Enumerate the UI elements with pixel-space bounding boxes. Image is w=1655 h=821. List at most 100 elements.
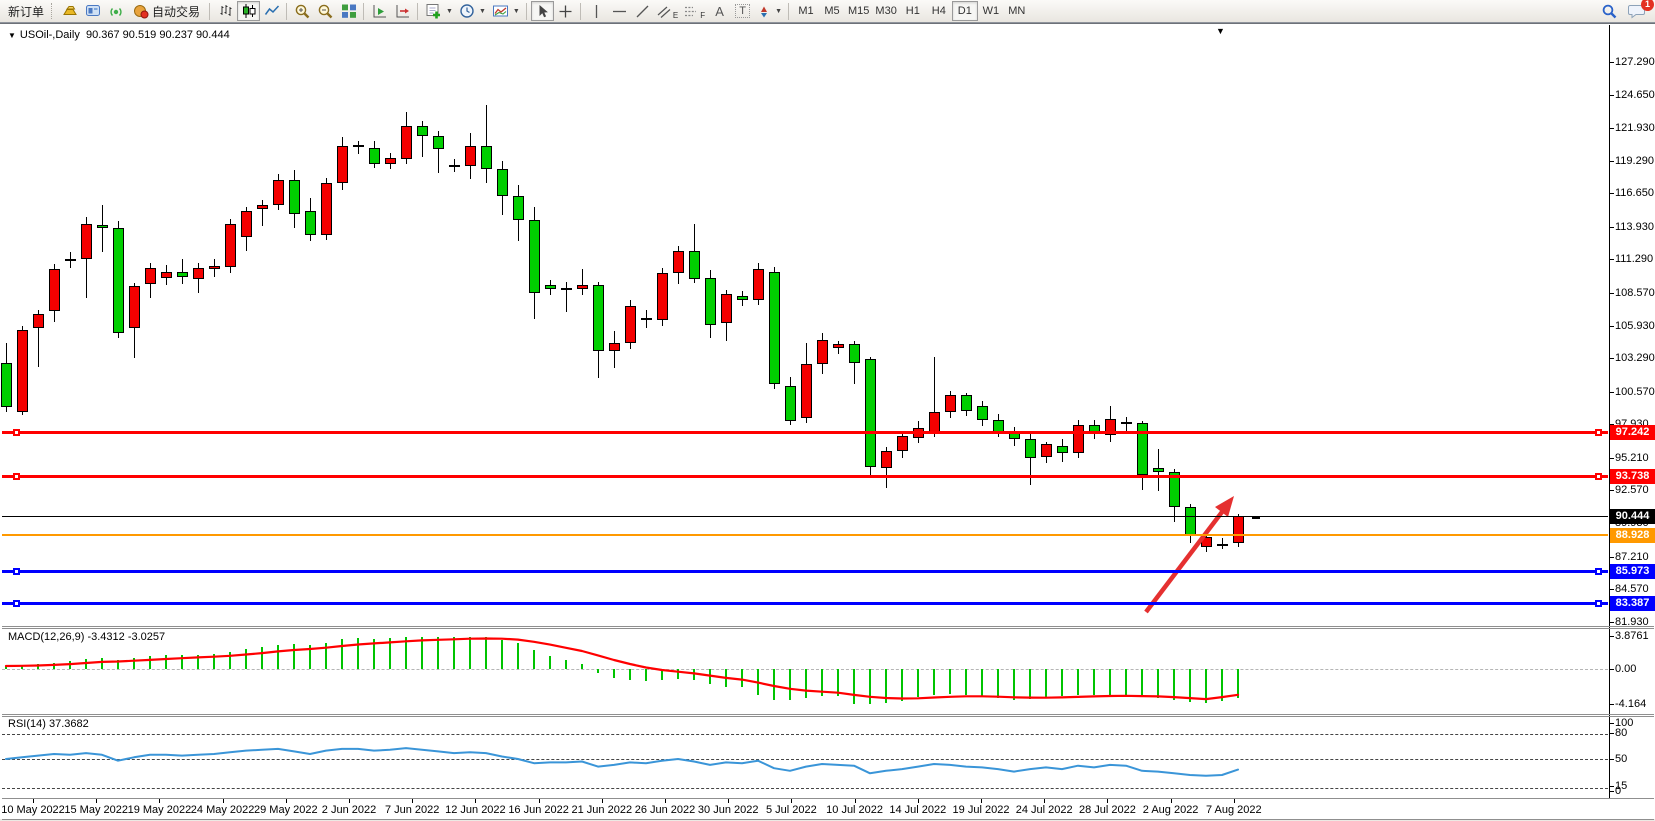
candle-body	[368, 148, 380, 165]
horizontal-level-line[interactable]	[2, 474, 1608, 478]
candle-body	[1072, 424, 1084, 454]
candle-body	[992, 419, 1004, 433]
macd-histogram-bar	[837, 669, 839, 697]
macd-histogram-bar	[725, 669, 727, 687]
macd-histogram-bar	[645, 669, 647, 682]
macd-histogram-bar	[933, 669, 935, 695]
trend-arrow-head	[1215, 496, 1234, 517]
line-handle[interactable]	[13, 472, 20, 480]
date-label: 26 Jun 2022	[634, 804, 696, 816]
macd-histogram-bar	[229, 651, 231, 669]
rsi-level-dashed-line	[2, 733, 1608, 735]
date-label: 5 Jul 2022	[766, 804, 817, 816]
panel-separator	[2, 714, 1654, 715]
horizontal-level-line[interactable]	[2, 431, 1608, 435]
panel-separator	[2, 626, 1654, 627]
price-tick	[1609, 556, 1614, 558]
macd-histogram-bar	[773, 669, 775, 700]
macd-histogram-bar	[821, 669, 823, 697]
macd-histogram-bar	[901, 669, 903, 701]
window-bottom-border	[2, 819, 1654, 820]
macd-histogram-bar	[1237, 669, 1239, 699]
candle-body	[976, 406, 988, 420]
macd-histogram-bar	[261, 647, 263, 669]
date-axis-tick	[1170, 799, 1172, 803]
line-handle[interactable]	[1595, 429, 1602, 437]
macd-histogram-bar	[597, 669, 599, 673]
macd-histogram-bar	[981, 669, 983, 697]
candle-body	[1120, 422, 1132, 425]
price-tick	[1609, 193, 1614, 195]
candle-body	[384, 158, 396, 165]
date-axis-tick	[538, 799, 540, 803]
candle-body	[1040, 444, 1052, 457]
candle-body	[656, 272, 668, 320]
rsi-axis-tick	[1609, 786, 1614, 787]
candle-wick	[581, 269, 583, 296]
price-tick	[1609, 589, 1614, 591]
macd-histogram-bar	[405, 637, 407, 669]
candle-body	[400, 126, 412, 160]
line-handle[interactable]	[13, 600, 20, 608]
macd-histogram-bar	[549, 656, 551, 669]
candle-wick	[357, 140, 359, 155]
line-handle[interactable]	[13, 429, 20, 437]
date-label: 16 Jun 2022	[508, 804, 569, 816]
date-label: 24 May 2022	[190, 804, 255, 816]
candle-body	[1200, 536, 1212, 547]
macd-histogram-bar	[1125, 669, 1127, 696]
horizontal-level-line[interactable]	[2, 534, 1608, 537]
line-handle[interactable]	[1595, 568, 1602, 576]
macd-histogram-bar	[1157, 669, 1159, 698]
line-handle[interactable]	[1595, 472, 1602, 480]
price-tick	[1609, 621, 1614, 623]
level-price-tag: 85.973	[1610, 564, 1655, 580]
date-label: 14 Jul 2022	[889, 804, 947, 816]
current-price-line[interactable]	[2, 516, 1608, 518]
macd-axis-tick	[1609, 704, 1614, 705]
candle-body	[688, 250, 700, 280]
line-handle[interactable]	[13, 568, 20, 576]
candle-body	[464, 145, 476, 166]
candle-body	[160, 271, 172, 278]
candle-body	[944, 395, 956, 413]
candle-body	[880, 450, 892, 468]
candle-body	[736, 296, 748, 301]
candle-body	[288, 180, 300, 214]
date-axis-tick	[791, 799, 793, 803]
date-label: 10 May 2022	[1, 804, 65, 816]
candle-body	[752, 269, 764, 301]
candle-body	[576, 285, 588, 289]
date-label: 24 Jul 2022	[1015, 804, 1073, 816]
candle-body	[208, 266, 220, 270]
line-handle[interactable]	[1595, 600, 1602, 608]
chart-plot-area[interactable]: 127.290 124.650 121.930 119.290 116.650 113.9…	[0, 1, 1655, 821]
chart-window[interactable]: ▼ USOil-,Daily 90.367 90.519 90.237 90.44…	[0, 23, 1655, 820]
price-tick-label: 95.210	[1615, 451, 1649, 464]
candle-body	[96, 224, 108, 229]
candle-body	[448, 164, 460, 167]
candle-body	[64, 258, 76, 261]
macd-histogram-bar	[1141, 669, 1143, 698]
macd-histogram-bar	[965, 669, 967, 695]
macd-histogram-bar	[341, 639, 343, 669]
candle-body	[192, 267, 204, 280]
macd-histogram-bar	[517, 643, 519, 669]
date-axis-tick	[601, 799, 603, 803]
price-tick	[1609, 293, 1614, 294]
candle-body	[960, 395, 972, 412]
price-tick-label: 103.290	[1615, 352, 1655, 365]
date-axis-tick	[917, 799, 919, 803]
candle-body	[560, 288, 572, 291]
candle-body	[816, 339, 828, 365]
rsi-axis-label: 0	[1615, 785, 1622, 797]
macd-histogram-bar	[949, 669, 951, 694]
date-axis-tick	[728, 799, 730, 803]
macd-histogram-bar	[757, 669, 759, 695]
horizontal-level-line[interactable]	[2, 602, 1608, 606]
date-label: 19 May 2022	[127, 804, 192, 816]
horizontal-level-line[interactable]	[2, 570, 1608, 574]
candle-wick	[1125, 417, 1127, 433]
candle-body	[1232, 515, 1244, 544]
macd-histogram-bar	[917, 669, 919, 698]
